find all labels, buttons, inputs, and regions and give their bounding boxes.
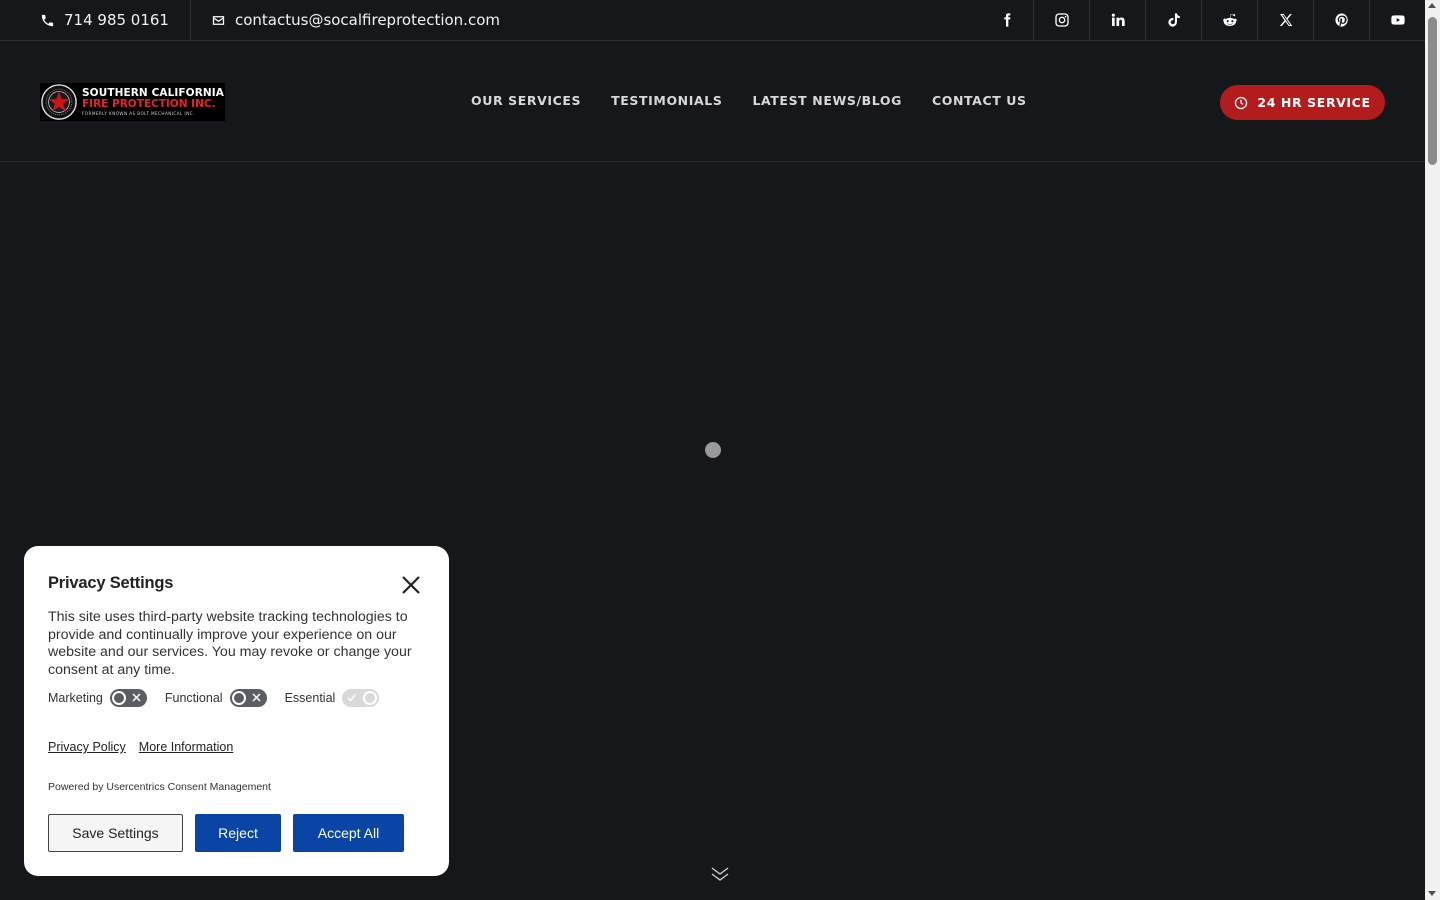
essential-toggle-group: Essential: [285, 689, 380, 707]
main-nav: OUR SERVICES TESTIMONIALS LATEST NEWS/BL…: [471, 93, 1027, 108]
site-header: SOUTHERN CALIFORNIA FIRE PROTECTION INC.…: [0, 41, 1425, 162]
x-mark-icon: [132, 693, 141, 702]
nav-contact-us[interactable]: CONTACT US: [932, 93, 1027, 108]
nav-latest-news-blog[interactable]: LATEST NEWS/BLOG: [752, 93, 902, 108]
privacy-title: Privacy Settings: [48, 574, 174, 592]
functional-toggle-group: Functional: [165, 689, 267, 707]
essential-toggle: [342, 689, 380, 707]
check-icon: [347, 694, 356, 702]
linkedin-link[interactable]: [1089, 0, 1145, 40]
phone-icon: [41, 14, 54, 26]
email-address: contactus@socalfireprotection.com: [234, 11, 500, 29]
clock-icon: [1235, 96, 1248, 109]
reddit-link[interactable]: [1201, 0, 1257, 40]
powered-by-text: Powered by Usercentrics Consent Manageme…: [48, 781, 271, 793]
tiktok-link[interactable]: [1145, 0, 1201, 40]
marketing-label: Marketing: [48, 691, 103, 705]
site-logo[interactable]: SOUTHERN CALIFORNIA FIRE PROTECTION INC.…: [40, 83, 225, 121]
scroll-down-icon[interactable]: [710, 864, 730, 884]
top-bar: 714 985 0161 contactus@socalfireprotecti…: [0, 0, 1425, 41]
logo-line-2: FIRE PROTECTION INC.: [82, 98, 216, 111]
phone-number: 714 985 0161: [64, 11, 169, 29]
x-mark-icon: [252, 693, 261, 702]
logo-line-1: SOUTHERN CALIFORNIA: [82, 86, 224, 99]
social-links: [981, 0, 1425, 40]
privacy-description: This site uses third-party website track…: [48, 609, 412, 678]
save-settings-button[interactable]: Save Settings: [48, 814, 183, 852]
24-hr-service-button[interactable]: 24 HR SERVICE: [1220, 85, 1385, 120]
loading-indicator: [705, 442, 721, 458]
phone-link[interactable]: 714 985 0161: [0, 0, 191, 40]
page-scrollbar[interactable]: [1425, 0, 1440, 900]
privacy-links: Privacy Policy More Information: [48, 740, 233, 754]
pinterest-link[interactable]: [1313, 0, 1369, 40]
privacy-settings-dialog: Privacy Settings This site uses third-pa…: [24, 546, 449, 876]
marketing-toggle-group: Marketing: [48, 689, 147, 707]
email-link[interactable]: contactus@socalfireprotection.com: [191, 0, 500, 40]
fire-seal-icon: [41, 84, 77, 120]
pinterest-icon: [1334, 13, 1348, 27]
accept-all-button[interactable]: Accept All: [293, 814, 404, 852]
scroll-down-arrow-icon[interactable]: [1428, 891, 1436, 896]
privacy-policy-link[interactable]: Privacy Policy: [48, 740, 126, 754]
functional-toggle[interactable]: [229, 689, 267, 707]
cta-label: 24 HR SERVICE: [1257, 95, 1371, 110]
instagram-link[interactable]: [1033, 0, 1089, 40]
tiktok-icon: [1167, 13, 1180, 27]
consent-toggles: Marketing Functional Essential: [48, 689, 397, 707]
instagram-icon: [1054, 13, 1069, 27]
youtube-icon: [1390, 15, 1405, 25]
facebook-icon: [1004, 13, 1011, 27]
linkedin-icon: [1111, 13, 1125, 26]
reject-button[interactable]: Reject: [195, 814, 281, 852]
essential-label: Essential: [284, 691, 336, 705]
scrollbar-thumb[interactable]: [1428, 17, 1437, 165]
functional-label: Functional: [164, 691, 223, 705]
nav-testimonials[interactable]: TESTIMONIALS: [611, 93, 722, 108]
x-icon: [1279, 14, 1292, 26]
facebook-link[interactable]: [981, 0, 1033, 40]
x-link[interactable]: [1257, 0, 1313, 40]
reddit-icon: [1222, 14, 1237, 26]
close-icon[interactable]: [400, 574, 422, 596]
envelope-icon: [212, 15, 225, 25]
more-information-link[interactable]: More Information: [139, 740, 233, 754]
nav-our-services[interactable]: OUR SERVICES: [471, 93, 581, 108]
scroll-up-arrow-icon[interactable]: [1428, 3, 1436, 8]
marketing-toggle[interactable]: [109, 689, 147, 707]
logo-line-3: FORMERLY KNOWN AS BOLT MECHANICAL INC.: [82, 110, 195, 116]
youtube-link[interactable]: [1369, 0, 1425, 40]
